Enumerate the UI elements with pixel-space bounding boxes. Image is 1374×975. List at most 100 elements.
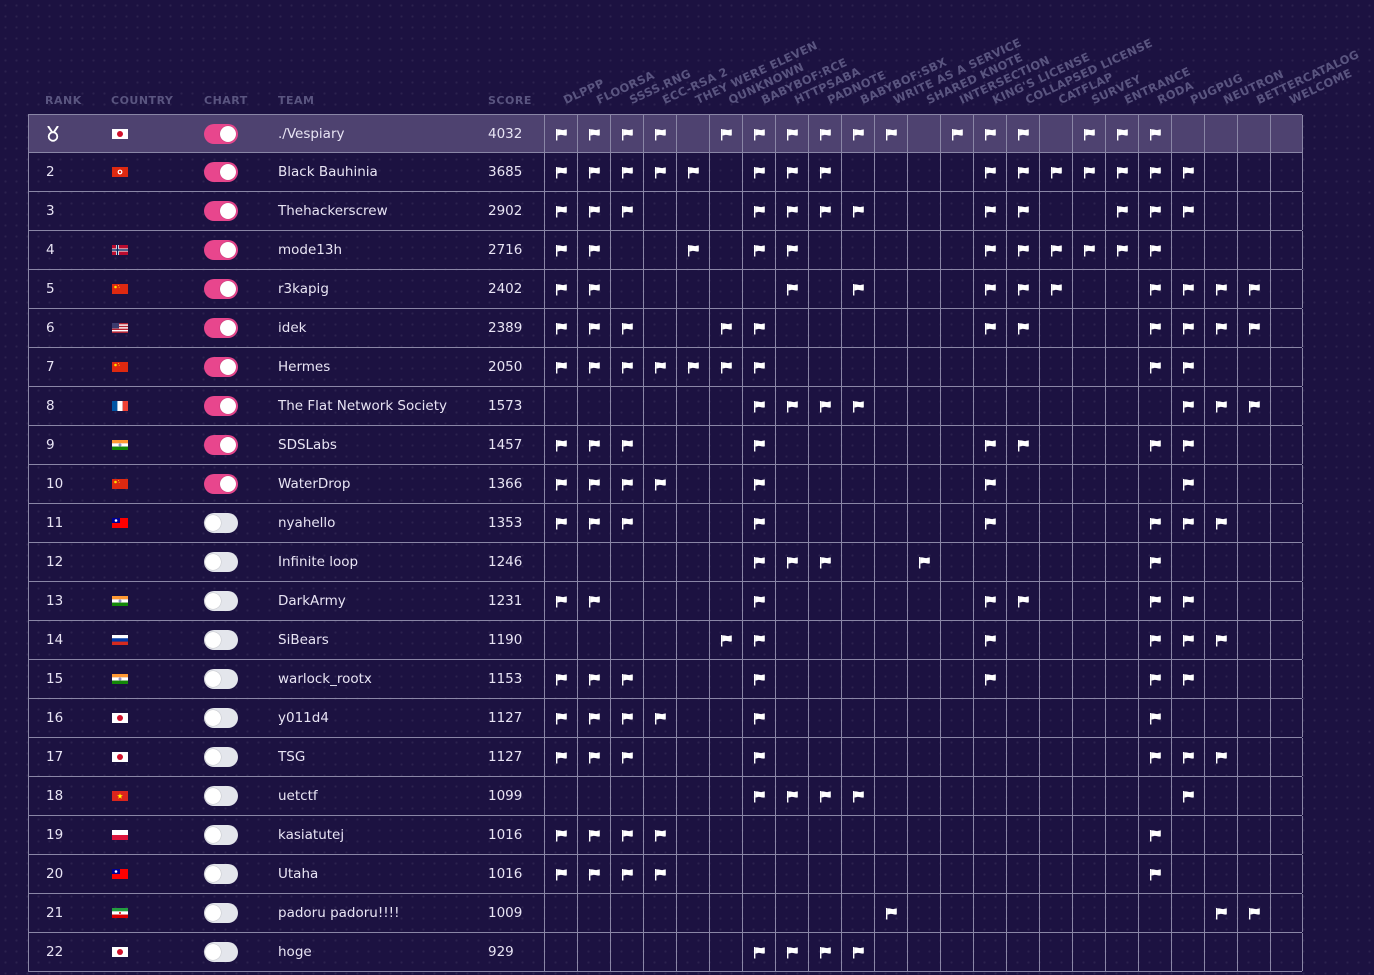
solved-flag-icon <box>709 115 742 153</box>
solve-cell <box>1138 933 1171 971</box>
rank-value: 19 <box>46 827 64 843</box>
team-name[interactable]: kasiatutej <box>278 816 344 854</box>
chart-toggle[interactable] <box>204 747 238 767</box>
solved-flag-icon <box>1138 426 1171 464</box>
team-name[interactable]: mode13h <box>278 231 342 269</box>
table-row[interactable]: 11 nyahello 1353 <box>28 504 1303 543</box>
team-name[interactable]: idek <box>278 309 306 347</box>
chart-toggle[interactable] <box>204 942 238 962</box>
team-name[interactable]: Hermes <box>278 348 330 386</box>
solve-cell <box>1237 855 1270 893</box>
solve-cell <box>907 582 940 620</box>
team-name[interactable]: DarkArmy <box>278 582 346 620</box>
table-row[interactable]: 8 The Flat Network Society 1573 <box>28 387 1303 426</box>
chart-toggle[interactable] <box>204 240 238 260</box>
solved-flag-icon <box>973 270 1006 308</box>
team-name[interactable]: The Flat Network Society <box>278 387 447 425</box>
team-name[interactable]: Black Bauhinia <box>278 153 378 191</box>
chart-toggle[interactable] <box>204 786 238 806</box>
solve-cell <box>940 192 973 230</box>
solved-flag-icon <box>775 777 808 815</box>
chart-toggle[interactable] <box>204 279 238 299</box>
team-name[interactable]: r3kapig <box>278 270 329 308</box>
solve-cell <box>709 777 742 815</box>
table-row[interactable]: 9 SDSLabs 1457 <box>28 426 1303 465</box>
chart-toggle[interactable] <box>204 513 238 533</box>
team-name[interactable]: WaterDrop <box>278 465 350 503</box>
table-row[interactable]: 20 Utaha 1016 <box>28 855 1303 894</box>
table-row[interactable]: 4 mode13h 2716 <box>28 231 1303 270</box>
table-row[interactable]: 19 kasiatutej 1016 <box>28 816 1303 855</box>
chart-toggle[interactable] <box>204 474 238 494</box>
solve-cell <box>907 231 940 269</box>
chart-toggle[interactable] <box>204 357 238 377</box>
solved-flag-icon <box>742 426 775 464</box>
table-row[interactable]: 16 y011d4 1127 <box>28 699 1303 738</box>
solve-cell <box>1072 426 1105 464</box>
table-row[interactable]: 13 DarkArmy 1231 <box>28 582 1303 621</box>
table-row[interactable]: 2 Black Bauhinia 3685 <box>28 153 1303 192</box>
team-name[interactable]: Thehackerscrew <box>278 192 388 230</box>
table-row[interactable]: 21 padoru padoru!!!! 1009 <box>28 894 1303 933</box>
table-row[interactable]: 15 warlock_rootx 1153 <box>28 660 1303 699</box>
solve-cell <box>709 699 742 737</box>
solve-cell <box>808 465 841 503</box>
solve-cell <box>940 699 973 737</box>
chart-toggle[interactable] <box>204 552 238 572</box>
team-score: 1009 <box>488 905 523 921</box>
chart-toggle[interactable] <box>204 162 238 182</box>
team-name[interactable]: SiBears <box>278 621 329 659</box>
chart-toggle[interactable] <box>204 591 238 611</box>
solve-cell <box>709 855 742 893</box>
table-row[interactable]: 3 Thehackerscrew 2902 <box>28 192 1303 231</box>
chart-toggle[interactable] <box>204 903 238 923</box>
team-name[interactable]: y011d4 <box>278 699 329 737</box>
chart-toggle[interactable] <box>204 864 238 884</box>
chart-toggle[interactable] <box>204 630 238 650</box>
table-row[interactable]: ./Vespiary 4032 <box>28 114 1303 153</box>
solve-cell <box>1270 465 1303 503</box>
table-row[interactable]: 14 SiBears 1190 <box>28 621 1303 660</box>
team-name[interactable]: uetctf <box>278 777 318 815</box>
team-name[interactable]: hoge <box>278 933 312 971</box>
chart-toggle[interactable] <box>204 201 238 221</box>
team-name[interactable]: nyahello <box>278 504 335 542</box>
solved-flag-icon <box>973 231 1006 269</box>
solved-flag-icon <box>577 660 610 698</box>
solve-cell <box>742 855 775 893</box>
team-name[interactable]: warlock_rootx <box>278 660 372 698</box>
table-row[interactable]: 5 r3kapig 2402 <box>28 270 1303 309</box>
chart-toggle[interactable] <box>204 708 238 728</box>
table-row[interactable]: 6 idek 2389 <box>28 309 1303 348</box>
solve-cell <box>808 660 841 698</box>
team-name[interactable]: ./Vespiary <box>278 115 345 153</box>
table-row[interactable]: 7 Hermes 2050 <box>28 348 1303 387</box>
table-row[interactable]: 12 Infinite loop 1246 <box>28 543 1303 582</box>
chart-toggle[interactable] <box>204 396 238 416</box>
solved-flag-icon <box>742 309 775 347</box>
solve-cell <box>610 621 643 659</box>
chart-toggle[interactable] <box>204 318 238 338</box>
chart-toggle[interactable] <box>204 825 238 845</box>
team-name[interactable]: TSG <box>278 738 305 776</box>
chart-toggle[interactable] <box>204 669 238 689</box>
team-name[interactable]: Utaha <box>278 855 318 893</box>
team-score: 1016 <box>488 827 523 843</box>
solve-cell <box>1105 309 1138 347</box>
solve-cell <box>1204 426 1237 464</box>
table-row[interactable]: 10 WaterDrop 1366 <box>28 465 1303 504</box>
chart-toggle[interactable] <box>204 435 238 455</box>
chart-toggle[interactable] <box>204 124 238 144</box>
solve-cell <box>907 387 940 425</box>
team-name[interactable]: padoru padoru!!!! <box>278 894 400 932</box>
team-name[interactable]: Infinite loop <box>278 543 358 581</box>
team-name[interactable]: SDSLabs <box>278 426 337 464</box>
table-row[interactable]: 22 hoge 929 <box>28 933 1303 972</box>
table-row[interactable]: 18 uetctf 1099 <box>28 777 1303 816</box>
solve-cell <box>1171 231 1204 269</box>
solve-cell <box>1039 738 1072 776</box>
solved-flag-icon <box>742 153 775 191</box>
solved-flag-icon <box>775 153 808 191</box>
solve-cell <box>907 933 940 971</box>
table-row[interactable]: 17 TSG 1127 <box>28 738 1303 777</box>
